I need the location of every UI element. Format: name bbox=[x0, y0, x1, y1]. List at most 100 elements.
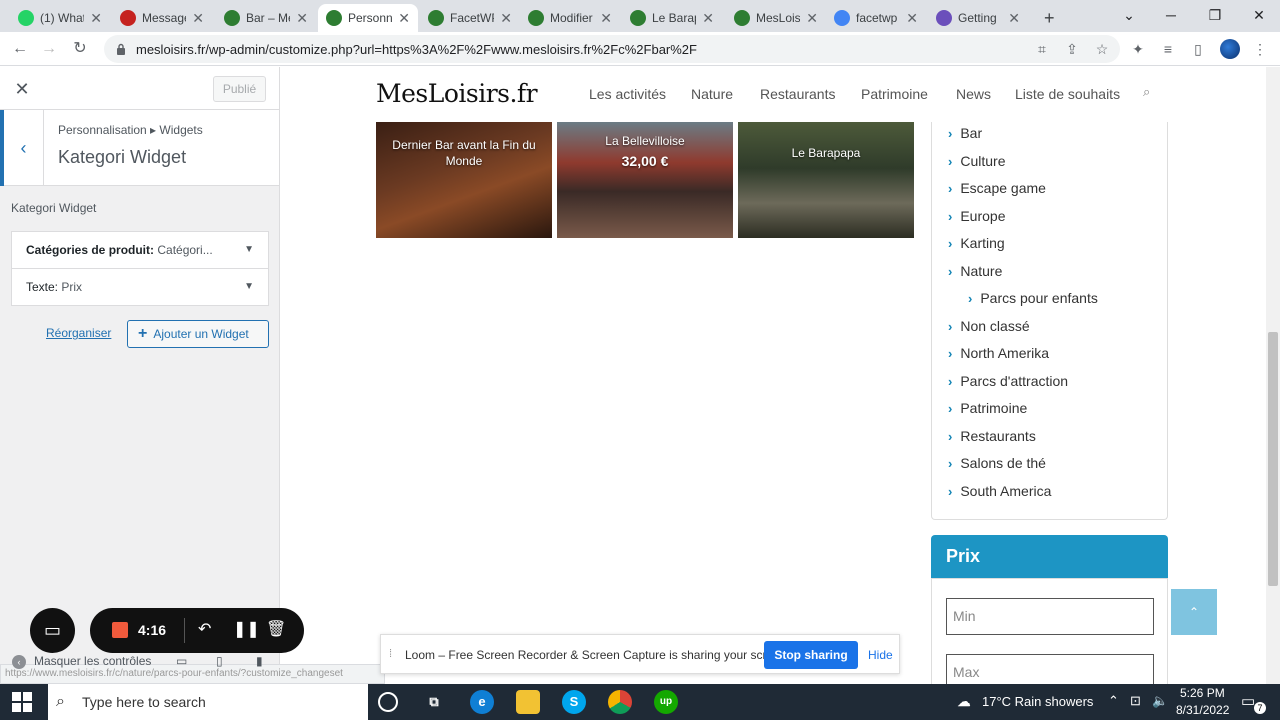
share-icon[interactable]: ⇪ bbox=[1062, 39, 1082, 59]
close-window-icon[interactable]: ✕ bbox=[1244, 4, 1274, 26]
back-icon[interactable]: ← bbox=[9, 38, 31, 60]
volume-icon[interactable]: 🔈 bbox=[1152, 693, 1168, 709]
category-item[interactable]: › Nature bbox=[948, 263, 1002, 279]
edge-icon[interactable]: e bbox=[470, 690, 494, 714]
tab-close-icon[interactable]: ✕ bbox=[806, 10, 818, 27]
loom-camera-icon[interactable]: ▭ bbox=[30, 608, 75, 653]
tab-close-icon[interactable]: ✕ bbox=[398, 10, 410, 27]
task-view-icon[interactable]: ⧉ bbox=[422, 690, 446, 714]
browser-tab[interactable]: Le Barap ✕ bbox=[622, 4, 722, 32]
nav-item[interactable]: Restaurants bbox=[760, 86, 835, 102]
mobile-preview-icon[interactable]: ▮ bbox=[256, 654, 263, 668]
browser-tab[interactable]: Getting ✕ bbox=[928, 4, 1028, 32]
tab-search-icon[interactable]: ⌄ bbox=[1114, 4, 1144, 26]
reload-icon[interactable]: ↻ bbox=[69, 38, 91, 60]
clock-time[interactable]: 5:26 PM bbox=[1180, 686, 1225, 700]
tab-close-icon[interactable]: ✕ bbox=[500, 10, 512, 27]
reorder-link[interactable]: Réorganiser bbox=[46, 326, 111, 340]
close-icon[interactable]: ✕ bbox=[10, 77, 34, 101]
category-item[interactable]: › Salons de thé bbox=[948, 455, 1046, 471]
category-item[interactable]: › North Amerika bbox=[948, 345, 1049, 361]
product-card[interactable]: Le Barapapa bbox=[738, 122, 914, 238]
back-chevron-icon[interactable]: ‹ bbox=[0, 110, 44, 186]
hide-button[interactable]: Hide bbox=[868, 648, 893, 662]
stop-sharing-button[interactable]: Stop sharing bbox=[764, 641, 858, 669]
upwork-icon[interactable]: up bbox=[654, 690, 678, 714]
price-min-input[interactable]: Min bbox=[946, 598, 1154, 635]
stop-recording-icon[interactable] bbox=[112, 622, 128, 638]
hide-controls-toggle[interactable]: ‹ Masquer les contrôles bbox=[12, 654, 151, 669]
nav-item[interactable]: Liste de souhaits bbox=[1015, 86, 1120, 102]
menu-icon[interactable]: ⋮ bbox=[1250, 39, 1270, 59]
new-tab-icon[interactable]: + bbox=[1036, 4, 1063, 32]
scroll-to-top-button[interactable]: ⌃ bbox=[1171, 589, 1217, 635]
nav-item[interactable]: Les activités bbox=[589, 86, 666, 102]
network-icon[interactable]: ⊡ bbox=[1130, 693, 1141, 709]
category-item[interactable]: › Parcs d'attraction bbox=[948, 373, 1068, 389]
nav-item[interactable]: News bbox=[956, 86, 991, 102]
price-max-input[interactable]: Max bbox=[946, 654, 1154, 684]
skype-icon[interactable]: S bbox=[562, 690, 586, 714]
chrome-icon[interactable] bbox=[608, 690, 632, 714]
browser-tab[interactable]: Modifier ✕ bbox=[520, 4, 620, 32]
widget-product-categories[interactable]: Catégories de produit: Catégori... ▼ bbox=[11, 231, 269, 269]
restart-icon[interactable]: ↶ bbox=[198, 619, 211, 639]
nav-item[interactable]: Nature bbox=[691, 86, 733, 102]
browser-tab[interactable]: (1) What ✕ bbox=[10, 4, 110, 32]
publish-button[interactable]: Publié bbox=[213, 76, 266, 102]
category-item[interactable]: › Bar bbox=[948, 125, 982, 141]
tablet-preview-icon[interactable]: ▯ bbox=[216, 654, 223, 668]
tab-close-icon[interactable]: ✕ bbox=[192, 10, 204, 27]
desktop-preview-icon[interactable]: ▭ bbox=[176, 654, 187, 668]
category-item[interactable]: › Non classé bbox=[948, 318, 1030, 334]
product-card[interactable]: La Bellevilloise 32,00 € bbox=[557, 122, 733, 238]
media-icon[interactable]: ≡ bbox=[1158, 39, 1178, 59]
nav-item[interactable]: Patrimoine bbox=[861, 86, 928, 102]
browser-tab[interactable]: Bar – Me ✕ bbox=[216, 4, 316, 32]
scrollbar-thumb[interactable] bbox=[1268, 332, 1278, 586]
browser-tab[interactable]: facetwp ✕ bbox=[826, 4, 926, 32]
file-explorer-icon[interactable] bbox=[516, 690, 540, 714]
widget-text-prix[interactable]: Texte: Prix ▼ bbox=[11, 268, 269, 306]
search-icon[interactable]: ⌕ bbox=[1143, 84, 1150, 100]
sidepanel-icon[interactable]: ▯ bbox=[1188, 39, 1208, 59]
profile-avatar[interactable] bbox=[1220, 39, 1240, 59]
restore-icon[interactable]: ❐ bbox=[1200, 4, 1230, 26]
category-item[interactable]: › Escape game bbox=[948, 180, 1046, 196]
category-item[interactable]: › Europe bbox=[948, 208, 1006, 224]
taskbar-search[interactable]: ⌕ Type here to search bbox=[48, 684, 368, 720]
clock-date[interactable]: 8/31/2022 bbox=[1176, 703, 1229, 717]
caret-down-icon[interactable]: ▼ bbox=[244, 232, 254, 268]
weather-text[interactable]: 17°C Rain showers bbox=[982, 694, 1093, 709]
product-card[interactable]: Dernier Bar avant la Fin du Monde bbox=[376, 122, 552, 238]
address-bar[interactable]: mesloisirs.fr/wp-admin/customize.php?url… bbox=[104, 35, 1120, 63]
tab-close-icon[interactable]: ✕ bbox=[702, 10, 714, 27]
trash-icon[interactable]: 🗑 bbox=[266, 619, 286, 639]
category-item[interactable]: › South America bbox=[948, 483, 1051, 499]
tray-chevron-icon[interactable]: ⌃ bbox=[1108, 693, 1119, 709]
browser-tab[interactable]: Personn ✕ bbox=[318, 4, 418, 32]
extensions-icon[interactable]: ✦ bbox=[1128, 39, 1148, 59]
browser-tab[interactable]: Message ✕ bbox=[112, 4, 212, 32]
translate-icon[interactable]: ⌗ bbox=[1032, 39, 1052, 59]
caret-down-icon[interactable]: ▼ bbox=[244, 269, 254, 305]
add-widget-button[interactable]: + Ajouter un Widget bbox=[127, 320, 269, 348]
tab-close-icon[interactable]: ✕ bbox=[90, 10, 102, 27]
site-logo[interactable]: MesLoisirs.fr bbox=[376, 79, 538, 108]
category-item[interactable]: › Karting bbox=[948, 235, 1005, 251]
windows-start-icon[interactable] bbox=[12, 692, 32, 712]
browser-tab[interactable]: MesLois ✕ bbox=[726, 4, 826, 32]
tab-close-icon[interactable]: ✕ bbox=[600, 10, 612, 27]
tab-close-icon[interactable]: ✕ bbox=[1008, 10, 1020, 27]
category-item[interactable]: › Culture bbox=[948, 153, 1005, 169]
category-item[interactable]: › Parcs pour enfants bbox=[968, 290, 1098, 306]
drag-handle-icon[interactable]: ⁞ bbox=[389, 648, 392, 660]
browser-tab[interactable]: FacetWP ✕ bbox=[420, 4, 520, 32]
tab-close-icon[interactable]: ✕ bbox=[296, 10, 308, 27]
bookmark-star-icon[interactable]: ☆ bbox=[1092, 39, 1112, 59]
forward-icon[interactable]: → bbox=[38, 38, 60, 60]
category-item[interactable]: › Restaurants bbox=[948, 428, 1036, 444]
tab-close-icon[interactable]: ✕ bbox=[906, 10, 918, 27]
cortana-icon[interactable] bbox=[378, 692, 398, 712]
minimize-icon[interactable]: ─ bbox=[1156, 4, 1186, 26]
